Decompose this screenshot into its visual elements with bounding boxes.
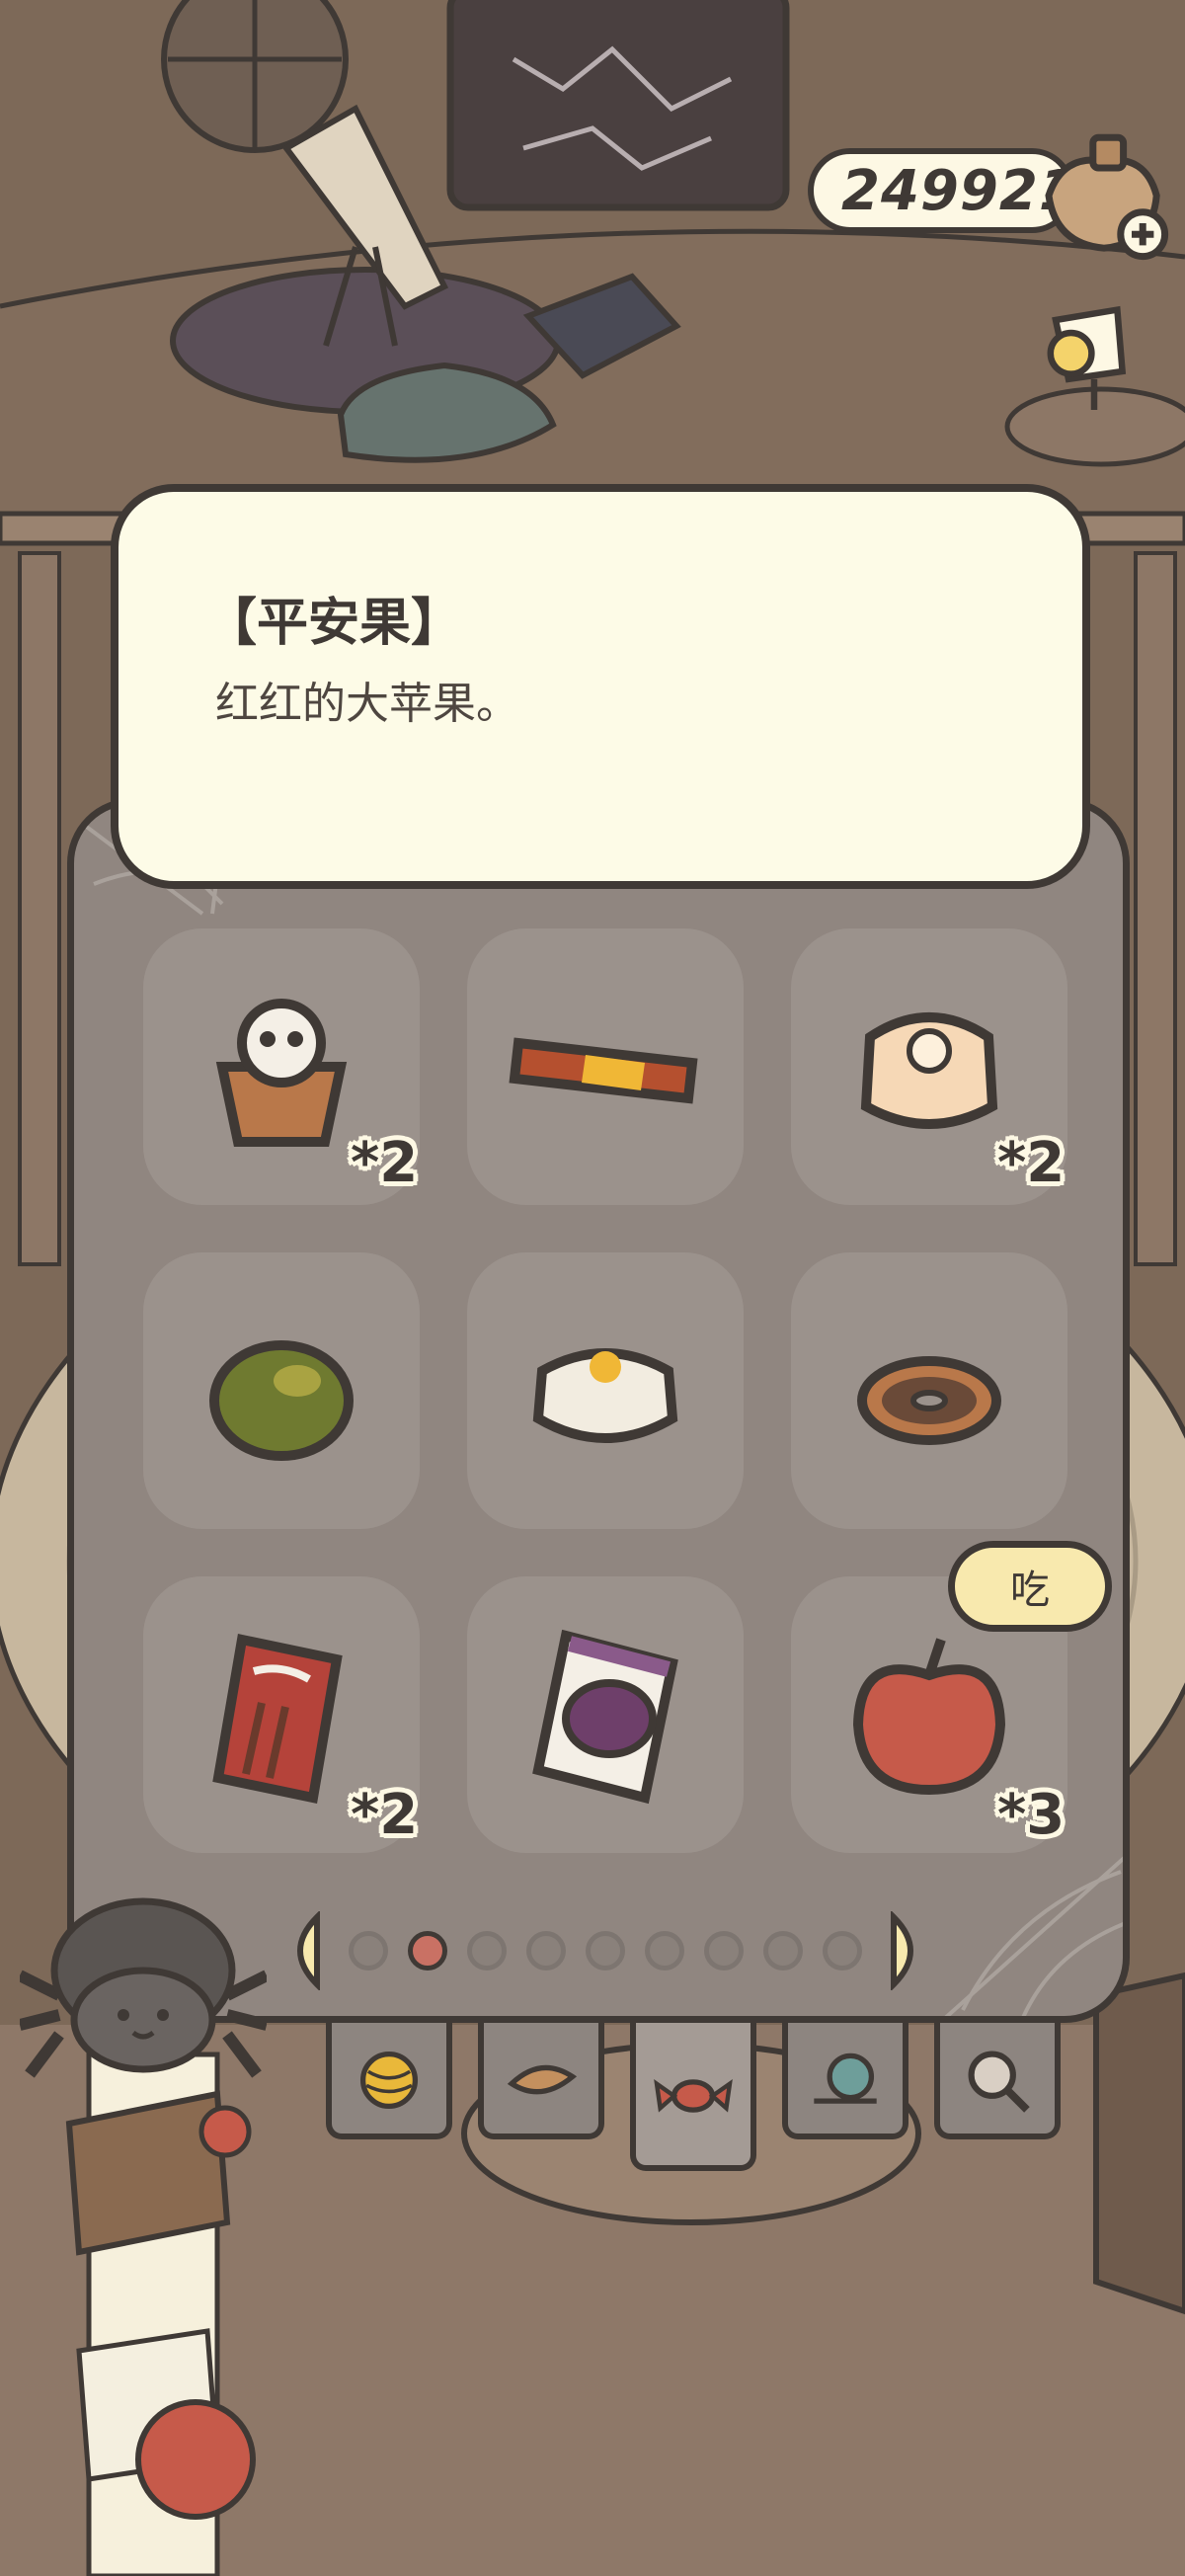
inventory-slot-rice-cake[interactable] xyxy=(467,1252,744,1529)
item-title: 【平安果】 xyxy=(205,594,463,653)
item-description-card: 【平安果】 红红的大苹果。 xyxy=(111,484,1090,889)
item-count: *2 xyxy=(350,1782,419,1848)
inventory-panel: *2 *2 *2 *3 xyxy=(67,798,1130,2023)
tab-yarn[interactable] xyxy=(326,2023,452,2139)
item-description: 红红的大苹果。 xyxy=(215,679,519,729)
inventory-slot-grape-candy[interactable] xyxy=(467,1576,744,1853)
rice-cake-icon xyxy=(507,1292,704,1489)
candy-bar-icon xyxy=(507,968,704,1166)
eat-button[interactable]: 吃 xyxy=(948,1541,1112,1632)
citrus-icon xyxy=(183,1292,380,1489)
leaf-icon xyxy=(507,2064,578,2095)
page-dot[interactable] xyxy=(526,1931,566,1971)
donut-icon xyxy=(830,1292,1028,1489)
page-dot[interactable] xyxy=(763,1931,803,1971)
game-scene: 249921 *2 *2 *2 *3 吃 【平安果】 红红的大苹果。 xyxy=(0,0,1185,2576)
magnifier-icon xyxy=(968,2051,1030,2113)
tab-snail[interactable] xyxy=(782,2023,908,2139)
page-dot[interactable] xyxy=(823,1931,862,1971)
page-dot-active[interactable] xyxy=(408,1931,447,1971)
candy-icon xyxy=(654,2078,733,2113)
prev-page-arrow[interactable] xyxy=(277,1909,325,1992)
next-page-arrow[interactable] xyxy=(886,1909,933,1992)
tab-candy[interactable] xyxy=(630,2023,756,2171)
page-dot[interactable] xyxy=(467,1931,507,1971)
yarn-ball-icon xyxy=(359,2051,419,2110)
clover-pot-add-icon[interactable] xyxy=(1035,126,1173,265)
page-dot[interactable] xyxy=(645,1931,684,1971)
tab-search[interactable] xyxy=(934,2023,1061,2139)
item-count: *2 xyxy=(350,1130,419,1196)
snail-icon xyxy=(814,2053,877,2104)
page-dot[interactable] xyxy=(349,1931,388,1971)
page-dot[interactable] xyxy=(586,1931,625,1971)
inventory-slot-donut[interactable] xyxy=(791,1252,1067,1529)
tab-leaf[interactable] xyxy=(478,2023,604,2139)
snack-bag-icon xyxy=(507,1616,704,1813)
inventory-slot-green-orange[interactable] xyxy=(143,1252,420,1529)
spider-character[interactable] xyxy=(17,1877,270,2084)
item-count: *2 xyxy=(996,1130,1066,1196)
bell-icon[interactable] xyxy=(1017,294,1146,423)
item-count: *3 xyxy=(996,1782,1066,1848)
page-dot[interactable] xyxy=(704,1931,744,1971)
inventory-slot-chocolate-bar[interactable] xyxy=(467,928,744,1205)
